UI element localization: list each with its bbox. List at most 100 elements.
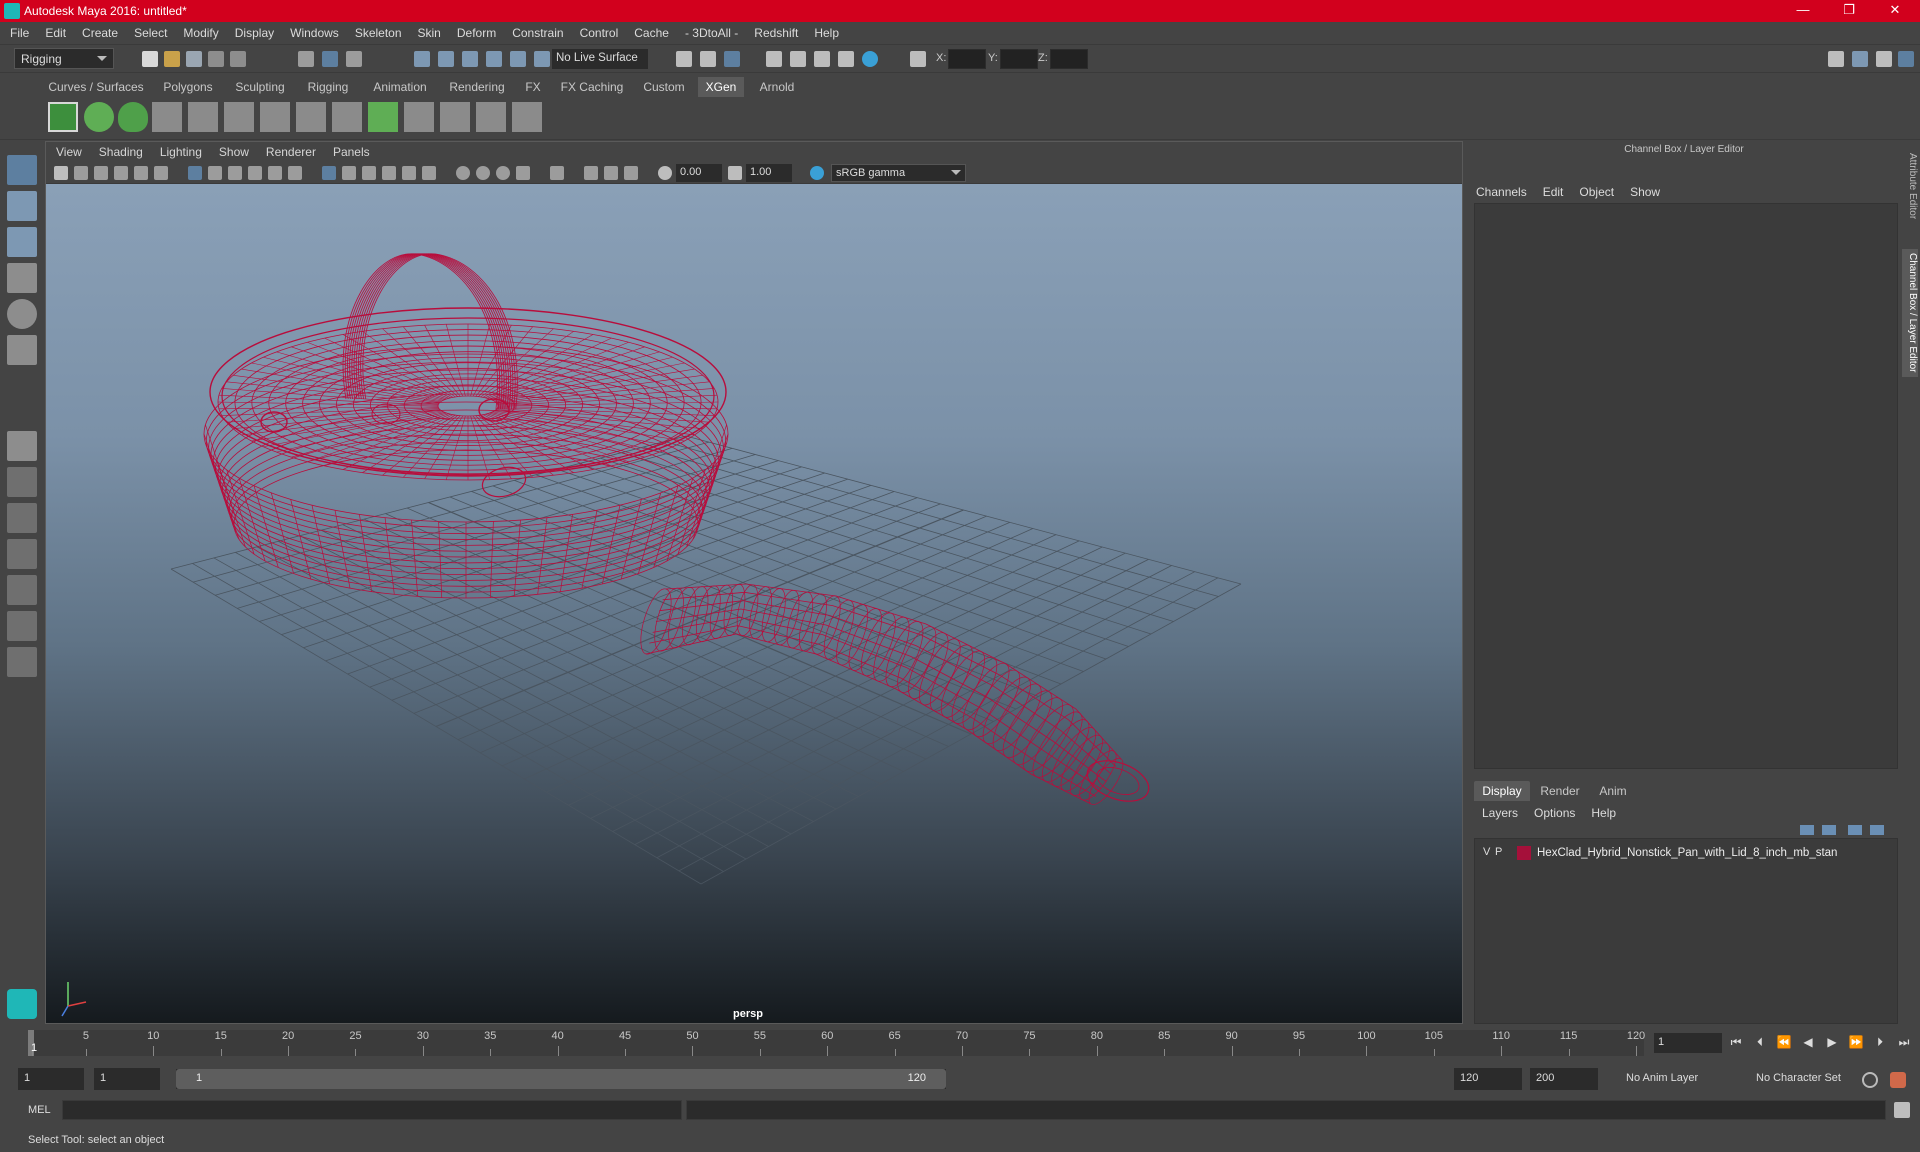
move-tool-icon[interactable]	[7, 263, 37, 293]
shelf-tab-fx[interactable]: FX	[518, 77, 548, 97]
gamma-icon[interactable]	[728, 166, 742, 180]
current-frame-field[interactable]: 1	[1654, 1033, 1722, 1053]
viewport-canvas[interactable]: persp	[46, 184, 1462, 1023]
select-hierarchy-icon[interactable]	[298, 51, 314, 67]
render-settings-icon[interactable]	[814, 51, 830, 67]
command-language-label[interactable]: MEL	[28, 1104, 51, 1116]
menu-help[interactable]: Help	[814, 26, 839, 40]
exposure-field[interactable]: 0.00	[676, 164, 722, 182]
xray-joints-icon[interactable]	[604, 166, 618, 180]
playback-start-field[interactable]: 1	[94, 1068, 160, 1090]
snap-point-icon[interactable]	[462, 51, 478, 67]
gate-mask-icon[interactable]	[248, 166, 262, 180]
graph-layout-icon[interactable]	[7, 539, 37, 569]
script-editor-icon[interactable]	[1894, 1102, 1910, 1118]
channel-box-menu-show[interactable]: Show	[1630, 185, 1660, 199]
smooth-shade-icon[interactable]	[342, 166, 356, 180]
image-plane-icon[interactable]	[114, 166, 128, 180]
xgen-comb-icon[interactable]	[476, 102, 506, 132]
open-scene-icon[interactable]	[164, 51, 180, 67]
layer-visibility-toggle[interactable]: V	[1483, 846, 1490, 858]
auto-key-icon[interactable]	[1862, 1072, 1878, 1088]
xgen-add-guide-icon[interactable]	[188, 102, 218, 132]
command-input[interactable]	[62, 1100, 682, 1120]
animation-preferences-icon[interactable]	[1890, 1072, 1906, 1088]
channel-box-menu-edit[interactable]: Edit	[1543, 185, 1564, 199]
shelf-tab-sculpting[interactable]: Sculpting	[228, 77, 292, 97]
attribute-editor-toggle-icon[interactable]	[1852, 51, 1868, 67]
save-scene-icon[interactable]	[186, 51, 202, 67]
menu-control[interactable]: Control	[580, 26, 619, 40]
menu-skin[interactable]: Skin	[418, 26, 441, 40]
menu-deform[interactable]: Deform	[457, 26, 496, 40]
shelf-tab-fx-caching[interactable]: FX Caching	[556, 77, 628, 97]
render-view-icon[interactable]	[766, 51, 782, 67]
panel-menu-shading[interactable]: Shading	[99, 145, 143, 159]
anim-layer-select[interactable]: No Anim Layer	[1620, 1068, 1740, 1090]
step-back-key-icon[interactable]: ⏪	[1776, 1034, 1792, 1050]
menu-3dtoall[interactable]: - 3DtoAll -	[685, 26, 738, 40]
snap-surface-icon[interactable]	[510, 51, 526, 67]
custom-layout-icon[interactable]	[7, 647, 37, 677]
menu-constrain[interactable]: Constrain	[512, 26, 563, 40]
range-slider-bar[interactable]: 1 120	[176, 1069, 946, 1089]
maximize-button[interactable]: ❐	[1826, 0, 1872, 22]
use-all-lights-icon[interactable]	[402, 166, 416, 180]
menu-skeleton[interactable]: Skeleton	[355, 26, 402, 40]
xgen-cut-icon[interactable]	[512, 102, 542, 132]
xgen-preview-icon[interactable]	[84, 102, 114, 132]
motion-blur-icon[interactable]	[476, 166, 490, 180]
playback-end-field[interactable]: 120	[1454, 1068, 1522, 1090]
resolution-gate-icon[interactable]	[228, 166, 242, 180]
layer-menu-layers[interactable]: Layers	[1482, 806, 1518, 820]
layer-row[interactable]: V P HexClad_Hybrid_Nonstick_Pan_with_Lid…	[1475, 843, 1897, 863]
ipr-render-icon[interactable]	[790, 51, 806, 67]
close-button[interactable]: ✕	[1872, 0, 1918, 22]
menu-select[interactable]: Select	[134, 26, 167, 40]
xgen-rebuild-icon[interactable]	[260, 102, 290, 132]
play-backwards-icon[interactable]: ◀	[1800, 1034, 1816, 1050]
xgen-lock-icon[interactable]	[296, 102, 326, 132]
construction-history-icon[interactable]	[700, 51, 716, 67]
xgen-grass-icon[interactable]	[332, 102, 362, 132]
input-output-icon[interactable]	[676, 51, 692, 67]
xray-icon[interactable]	[584, 166, 598, 180]
layer-menu-options[interactable]: Options	[1534, 806, 1575, 820]
xgen-brush-icon[interactable]	[440, 102, 470, 132]
new-layer-selected-icon[interactable]	[1870, 825, 1884, 835]
new-empty-layer-icon[interactable]	[1848, 825, 1862, 835]
grease-pencil-icon[interactable]	[154, 166, 168, 180]
depth-of-field-icon[interactable]	[516, 166, 530, 180]
z-field[interactable]	[1050, 49, 1088, 69]
channel-box-menu-channels[interactable]: Channels	[1476, 185, 1527, 199]
color-management-icon[interactable]	[810, 166, 824, 180]
channel-box-toggle-icon[interactable]	[1898, 51, 1914, 67]
camera-select-icon[interactable]	[54, 166, 68, 180]
shelf-tab-polygons[interactable]: Polygons	[156, 77, 220, 97]
xgen-guide-icon[interactable]	[152, 102, 182, 132]
shelf-tab-custom[interactable]: Custom	[636, 77, 692, 97]
panel-menu-panels[interactable]: Panels	[333, 145, 370, 159]
snap-grid-icon[interactable]	[414, 51, 430, 67]
go-to-start-icon[interactable]: ⏮	[1728, 1034, 1744, 1050]
gamma-field[interactable]: 1.00	[746, 164, 792, 182]
grid-toggle-icon[interactable]	[188, 166, 202, 180]
xray-components-icon[interactable]	[624, 166, 638, 180]
hypershade-icon[interactable]	[838, 51, 854, 67]
textured-icon[interactable]	[382, 166, 396, 180]
tab-display[interactable]: Display	[1474, 781, 1530, 801]
shadows-icon[interactable]	[422, 166, 436, 180]
scale-tool-icon[interactable]	[7, 335, 37, 365]
side-tab-attribute-editor[interactable]: Attribute Editor	[1902, 149, 1918, 223]
move-layer-up-icon[interactable]	[1800, 825, 1814, 835]
menu-edit[interactable]: Edit	[45, 26, 66, 40]
layer-playback-toggle[interactable]: P	[1495, 846, 1502, 858]
safe-action-icon[interactable]	[288, 166, 302, 180]
tab-render[interactable]: Render	[1534, 781, 1586, 801]
menu-file[interactable]: File	[10, 26, 29, 40]
side-tab-channel-box[interactable]: Channel Box / Layer Editor	[1902, 249, 1918, 377]
redo-icon[interactable]	[230, 51, 246, 67]
step-forward-key-icon[interactable]: ⏩	[1848, 1034, 1864, 1050]
xgen-collection-icon[interactable]	[118, 102, 148, 132]
range-slider-handle[interactable]: 1 120	[176, 1069, 946, 1089]
